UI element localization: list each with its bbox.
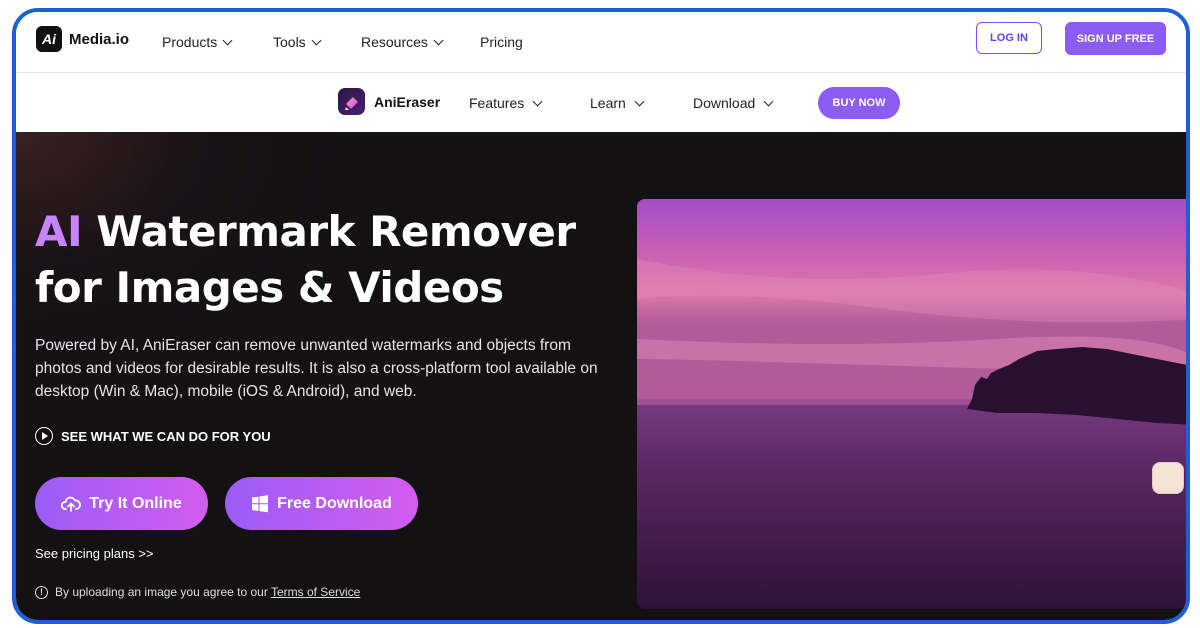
terms-notice: ! By uploading an image you agree to our…	[35, 585, 360, 599]
free-download-label: Free Download	[277, 494, 392, 512]
chevron-down-icon	[763, 96, 774, 106]
cloud-upload-icon	[61, 496, 82, 512]
signup-button[interactable]: SIGN UP FREE	[1065, 22, 1166, 55]
chevron-down-icon	[222, 35, 233, 45]
headline-line1: Watermark Remover	[82, 207, 576, 256]
app-name: AniEraser	[374, 93, 441, 110]
nav-products-label: Products	[162, 34, 218, 50]
nav-resources-label: Resources	[361, 34, 428, 50]
free-download-button[interactable]: Free Download	[225, 477, 418, 530]
hero-description: Powered by AI, AniEraser can remove unwa…	[35, 337, 598, 400]
windows-icon	[252, 494, 269, 512]
product-subnav: AniEraser Features Learn Download BUY NO…	[16, 73, 1186, 133]
pricing-plans-link[interactable]: See pricing plans >>	[35, 546, 154, 561]
top-navbar: Ai Media.io Products Tools Resources Pri…	[16, 12, 1186, 73]
see-what-link[interactable]: SEE WHAT WE CAN DO FOR YOU	[35, 427, 271, 445]
nav-products[interactable]: Products	[162, 34, 233, 50]
aniearser-app-icon	[338, 88, 365, 115]
see-what-label: SEE WHAT WE CAN DO FOR YOU	[61, 428, 271, 444]
login-button[interactable]: LOG IN	[976, 22, 1042, 54]
browser-frame: Ai Media.io Products Tools Resources Pri…	[12, 8, 1190, 624]
sunset-sea-scene	[637, 199, 1186, 609]
aniearser-logo[interactable]: AniEraser	[338, 88, 440, 115]
buy-now-button[interactable]: BUY NOW	[818, 87, 900, 119]
subnav-download[interactable]: Download	[693, 95, 774, 111]
nav-pricing-label: Pricing	[480, 34, 523, 50]
logo-mark-icon: Ai	[36, 26, 62, 52]
chevron-down-icon	[433, 35, 444, 45]
terms-of-service-link[interactable]: Terms of Service	[271, 585, 360, 599]
chevron-down-icon	[634, 96, 645, 106]
hero-section: AI Watermark Remover for Images & Videos…	[16, 132, 1186, 620]
nav-resources[interactable]: Resources	[361, 34, 444, 50]
subnav-features-label: Features	[469, 95, 525, 111]
terms-prefix: By uploading an image you agree to our	[55, 585, 271, 599]
try-online-label: Try It Online	[89, 494, 182, 512]
chevron-down-icon	[311, 35, 322, 45]
hero-headline: AI Watermark Remover for Images & Videos	[35, 204, 576, 316]
subnav-learn-label: Learn	[590, 95, 626, 111]
hero-preview-image	[637, 199, 1186, 609]
play-circle-icon	[35, 427, 53, 445]
info-icon: !	[35, 585, 48, 599]
headline-line2: for Images & Videos	[35, 263, 504, 312]
media-io-logo[interactable]: Ai Media.io	[36, 26, 129, 52]
nav-pricing[interactable]: Pricing	[480, 34, 523, 50]
chevron-down-icon	[532, 96, 543, 106]
subnav-download-label: Download	[693, 95, 756, 111]
nav-tools[interactable]: Tools	[273, 34, 322, 50]
nav-tools-label: Tools	[273, 34, 306, 50]
headline-accent: AI	[35, 207, 83, 256]
try-online-button[interactable]: Try It Online	[35, 477, 208, 530]
subnav-features[interactable]: Features	[469, 95, 543, 111]
chat-icon[interactable]	[1152, 462, 1184, 494]
brand-name: Media.io	[69, 30, 130, 48]
subnav-learn[interactable]: Learn	[590, 95, 645, 111]
